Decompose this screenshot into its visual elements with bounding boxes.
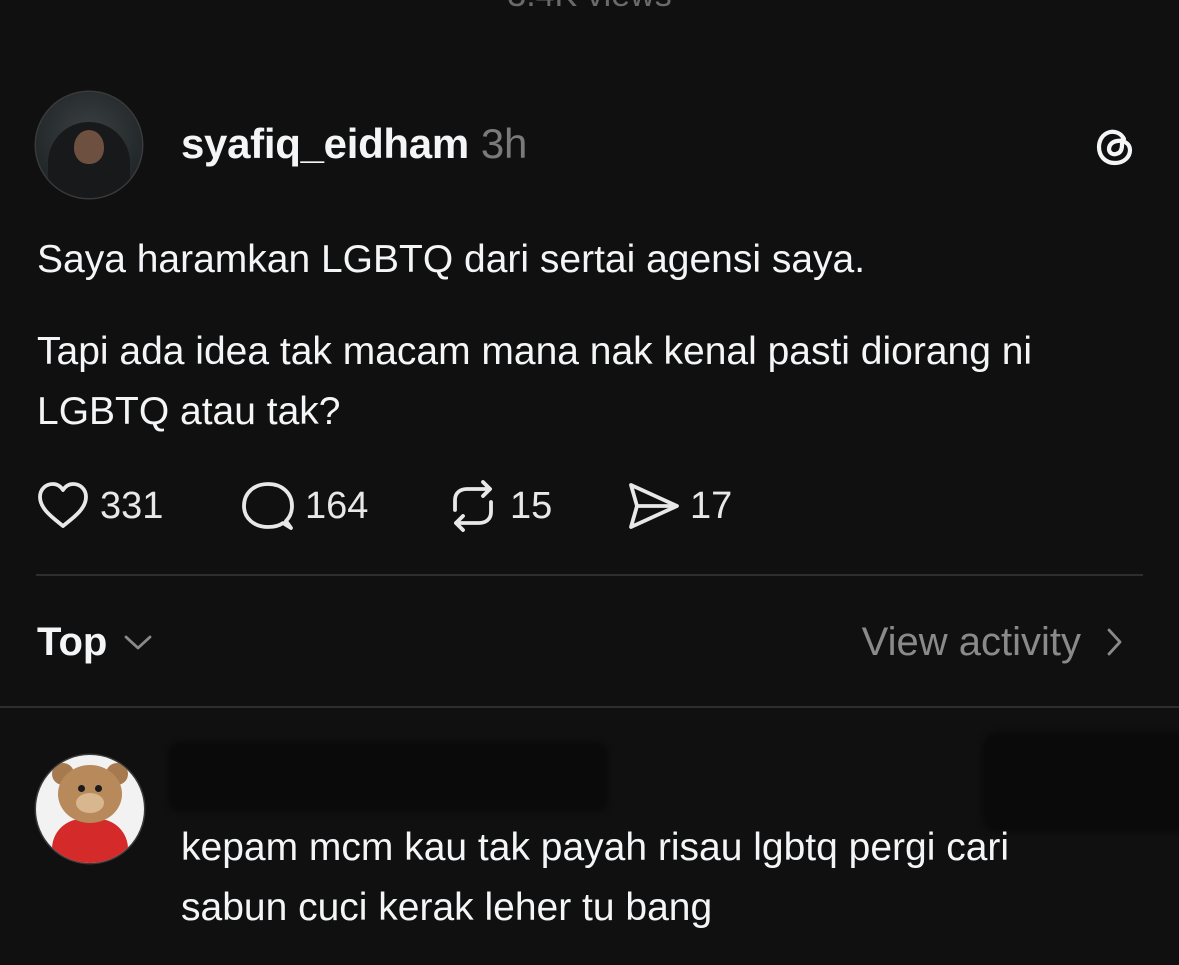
chevron-down-icon xyxy=(124,635,152,650)
sort-dropdown[interactable]: Top xyxy=(37,620,159,665)
heart-icon xyxy=(38,482,88,528)
reply-button[interactable]: 164 xyxy=(241,476,446,536)
divider xyxy=(0,706,1179,708)
post-author-row: syafiq_eidham 3h xyxy=(181,120,527,168)
chevron-right-icon xyxy=(1107,628,1122,656)
comment-icon xyxy=(242,482,294,530)
author-avatar[interactable] xyxy=(36,92,142,198)
repost-count: 15 xyxy=(510,484,553,527)
divider xyxy=(36,574,1143,576)
redaction-mark xyxy=(168,742,608,812)
post-actions: 331 164 15 17 xyxy=(36,476,732,536)
reply-author-avatar[interactable] xyxy=(36,755,144,863)
reply-text: kepam mcm kau tak payah risau lgbtq perg… xyxy=(181,826,1010,929)
post-paragraph-2: Tapi ada idea tak macam mana nak kenal p… xyxy=(37,330,1033,433)
view-activity-link[interactable]: View activity xyxy=(862,620,1129,665)
post-paragraph-1: Saya haramkan LGBTQ dari sertai agensi s… xyxy=(37,238,866,281)
share-button[interactable]: 17 xyxy=(626,476,732,536)
post-username[interactable]: syafiq_eidham xyxy=(181,120,469,167)
views-count: 3.4K views xyxy=(0,0,1179,15)
repost-icon xyxy=(453,480,493,532)
reply-count: 164 xyxy=(305,484,369,527)
threads-logo-icon[interactable] xyxy=(1090,122,1140,172)
repost-button[interactable]: 15 xyxy=(446,476,626,536)
like-button[interactable]: 331 xyxy=(36,476,241,536)
redaction-mark xyxy=(982,732,1179,832)
send-icon xyxy=(629,483,679,529)
view-activity-label: View activity xyxy=(861,619,1081,664)
sort-label: Top xyxy=(37,619,108,664)
replies-sort-bar: Top View activity xyxy=(37,612,1129,672)
post-timestamp: 3h xyxy=(480,120,528,167)
like-count: 331 xyxy=(100,484,164,527)
share-count: 17 xyxy=(690,484,733,527)
